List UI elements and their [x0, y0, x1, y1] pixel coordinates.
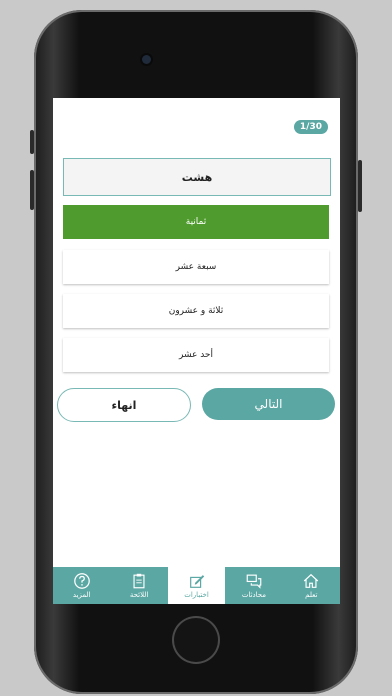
answer-option[interactable]: ثلاثة و عشرون: [63, 294, 329, 328]
next-button[interactable]: التالي: [202, 388, 335, 420]
tab-label: اللائحة: [129, 591, 149, 599]
home-button[interactable]: [172, 616, 220, 664]
answer-option-correct[interactable]: ثمانية: [63, 205, 329, 239]
finish-button[interactable]: انهاء: [57, 388, 191, 422]
volume-button: [30, 170, 34, 210]
answer-option[interactable]: أحد عشر: [63, 338, 329, 372]
tab-label: اختبارات: [184, 591, 209, 599]
edit-icon: [189, 575, 204, 588]
question-icon: [73, 573, 90, 589]
chat-icon: [246, 574, 262, 589]
front-camera: [142, 55, 151, 64]
tab-more[interactable]: المزيد: [53, 567, 110, 604]
answer-option[interactable]: سبعة عشر: [63, 250, 329, 284]
tab-learn[interactable]: تعلم: [283, 567, 340, 604]
tab-label: تعلم: [305, 591, 318, 599]
tab-tests[interactable]: اختبارات: [167, 567, 226, 604]
bottom-tab-bar: المزيد اللائحة اختبارات محادثات تعلم: [53, 567, 340, 604]
tab-chats[interactable]: محادثات: [225, 567, 282, 604]
power-button: [358, 160, 362, 212]
tab-label: المزيد: [72, 591, 91, 599]
tab-label: محادثات: [241, 591, 267, 599]
question-word: هشت: [63, 158, 331, 196]
home-icon: [304, 573, 319, 588]
tab-list[interactable]: اللائحة: [110, 567, 167, 604]
app-screen: 1/30 هشت ثمانية سبعة عشر ثلاثة و عشرون أ…: [53, 98, 340, 604]
clipboard-icon: [133, 573, 145, 589]
volume-button: [30, 130, 34, 154]
question-counter: 1/30: [293, 120, 328, 134]
